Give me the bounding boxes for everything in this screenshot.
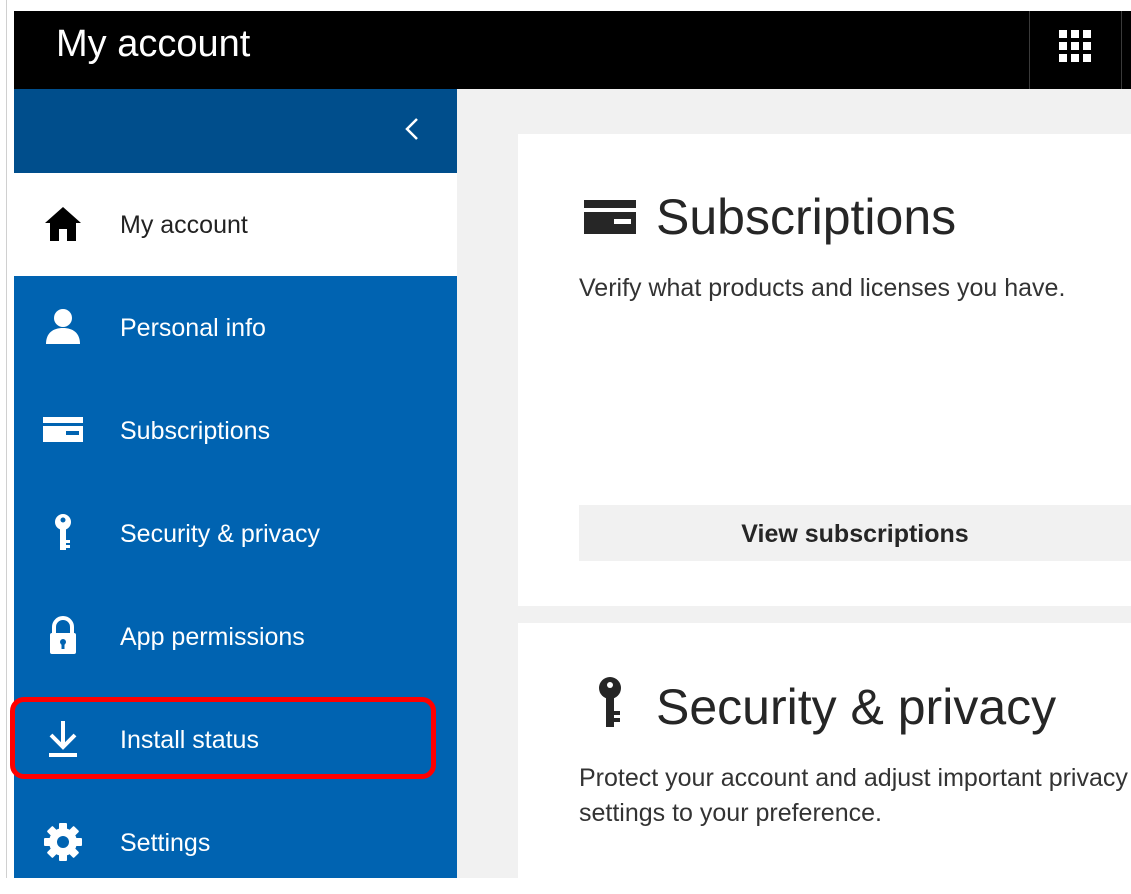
card-description: Verify what products and licenses you ha… — [579, 274, 1066, 302]
sidebar-item-security-privacy[interactable]: Security & privacy — [14, 482, 457, 585]
card-icon — [584, 200, 636, 234]
app-launcher-button[interactable] — [1057, 28, 1093, 64]
sidebar-item-label: Settings — [120, 829, 211, 857]
lock-icon — [50, 616, 76, 654]
sidebar-item-label: Subscriptions — [120, 417, 271, 445]
security-privacy-card: Security & privacy Protect your account … — [518, 623, 1131, 878]
window-edge — [0, 0, 14, 878]
home-icon — [45, 207, 81, 241]
download-icon — [49, 721, 77, 757]
sidebar-item-install-status[interactable]: Install status — [14, 688, 457, 791]
sidebar-item-label: My account — [120, 211, 248, 239]
gear-icon — [44, 823, 82, 861]
top-bar: My account — [14, 11, 1131, 89]
sidebar-header — [14, 89, 457, 173]
chevron-left-icon — [405, 118, 418, 140]
card-title: Subscriptions — [656, 189, 957, 245]
sidebar-item-label: App permissions — [120, 623, 305, 651]
sidebar-item-label: Security & privacy — [120, 520, 321, 548]
key-icon — [599, 677, 621, 727]
top-bar-divider — [1121, 11, 1122, 89]
sidebar: My account Personal info Subscriptions S… — [14, 89, 457, 878]
key-icon — [55, 514, 71, 550]
card-icon — [43, 417, 83, 442]
subscriptions-card: Subscriptions Verify what products and l… — [518, 134, 1131, 606]
collapse-sidebar-button[interactable] — [395, 111, 431, 147]
waffle-icon — [1059, 30, 1091, 62]
top-bar-divider — [1029, 11, 1030, 89]
card-title: Security & privacy — [656, 679, 1057, 735]
sidebar-item-label: Install status — [120, 726, 259, 754]
page-title: My account — [56, 23, 251, 65]
sidebar-item-label: Personal info — [120, 314, 266, 342]
sidebar-item-subscriptions[interactable]: Subscriptions — [14, 379, 457, 482]
window-edge-line — [6, 0, 7, 878]
sidebar-item-app-permissions[interactable]: App permissions — [14, 585, 457, 688]
sidebar-item-settings[interactable]: Settings — [14, 791, 457, 894]
main-content: Subscriptions Verify what products and l… — [457, 89, 1131, 878]
person-icon — [46, 309, 80, 344]
sidebar-item-my-account[interactable]: My account — [14, 173, 457, 276]
card-description: Protect your account and adjust importan… — [579, 764, 1128, 827]
sidebar-item-personal-info[interactable]: Personal info — [14, 276, 457, 379]
view-subscriptions-button[interactable]: View subscriptions — [579, 505, 1131, 561]
